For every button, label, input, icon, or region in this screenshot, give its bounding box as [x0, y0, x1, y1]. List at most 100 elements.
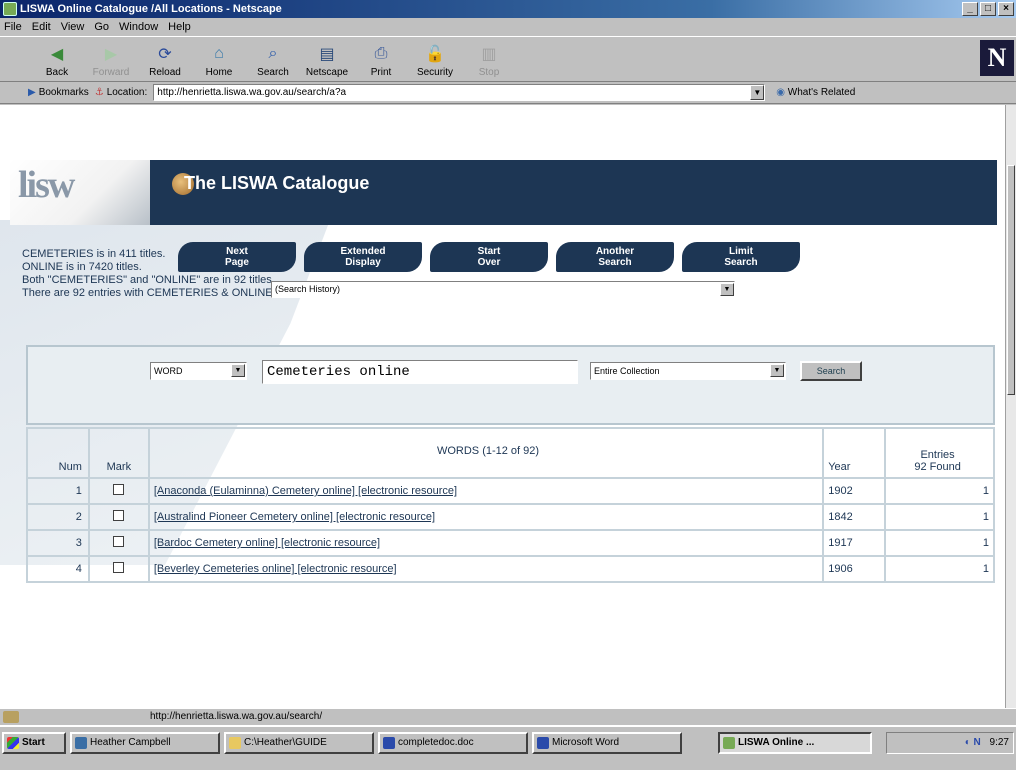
- windows-logo-icon: [7, 737, 19, 749]
- search-scope-dropdown-button[interactable]: ▼: [770, 364, 784, 377]
- checkbox-icon[interactable]: [113, 562, 125, 573]
- minimize-button[interactable]: _: [962, 2, 978, 16]
- row-entries: 1: [884, 477, 995, 505]
- scrollbar-thumb[interactable]: [1007, 165, 1015, 395]
- search-scope-select[interactable]: Entire Collection: [590, 362, 786, 380]
- search-history-select[interactable]: (Search History): [271, 281, 735, 298]
- row-num: 1: [26, 477, 90, 505]
- row-title: [Bardoc Cemetery online] [electronic res…: [147, 529, 825, 557]
- back-button[interactable]: ◀ Back: [30, 37, 84, 81]
- whats-related-button[interactable]: ◉ What's Related: [776, 87, 855, 98]
- menu-edit[interactable]: Edit: [32, 21, 51, 33]
- start-over-button[interactable]: Start Over: [430, 242, 548, 272]
- header-mark: Mark: [87, 427, 150, 479]
- folder-icon: [229, 737, 241, 749]
- print-icon: ⎙: [374, 45, 388, 62]
- security-button[interactable]: 🔓 Security: [408, 37, 462, 81]
- row-mark-checkbox[interactable]: [87, 555, 150, 583]
- row-mark-checkbox[interactable]: [87, 529, 150, 557]
- print-button[interactable]: ⎙ Print: [354, 37, 408, 81]
- netscape-button[interactable]: ▤ Netscape: [300, 37, 354, 81]
- checkbox-icon[interactable]: [113, 536, 125, 547]
- header-words: WORDS (1-12 of 92): [147, 427, 825, 479]
- table-row: 1 [Anaconda (Eulaminna) Cemetery online]…: [26, 477, 995, 505]
- tray-icons[interactable]: ◐ N: [965, 737, 981, 748]
- menu-window[interactable]: Window: [119, 21, 158, 33]
- location-bar: ▶ Bookmarks ⚓ Location: http://henrietta…: [0, 82, 1016, 104]
- maximize-button[interactable]: □: [980, 2, 996, 16]
- netscape-task-icon: [723, 737, 735, 749]
- status-bar: http://henrietta.liswa.wa.gov.au/search/: [0, 708, 1016, 725]
- home-icon: ⌂: [214, 45, 224, 62]
- back-arrow-icon: ◀: [50, 46, 64, 63]
- checkbox-icon[interactable]: [113, 484, 125, 495]
- limit-search-button[interactable]: Limit Search: [682, 242, 800, 272]
- bookmarks-button[interactable]: ▶ Bookmarks: [28, 87, 89, 98]
- next-page-button[interactable]: Next Page: [178, 242, 296, 272]
- result-link[interactable]: [Anaconda (Eulaminna) Cemetery online] […: [154, 485, 457, 497]
- menu-help[interactable]: Help: [168, 21, 191, 33]
- result-link[interactable]: [Bardoc Cemetery online] [electronic res…: [154, 537, 380, 549]
- task-heather-guide-folder[interactable]: C:\Heather\GUIDE: [224, 732, 374, 754]
- start-button[interactable]: Start: [2, 732, 66, 754]
- menu-go[interactable]: Go: [94, 21, 109, 33]
- row-title: [Australind Pioneer Cemetery online] [el…: [147, 503, 825, 531]
- window-title-bar[interactable]: LISWA Online Catalogue /All Locations - …: [0, 0, 1016, 18]
- header-entries: Entries 92 Found: [884, 427, 995, 479]
- results-table: Num Mark WORDS (1-12 of 92) Year Entries…: [26, 427, 995, 583]
- row-mark-checkbox[interactable]: [87, 477, 150, 505]
- url-dropdown-button[interactable]: ▼: [750, 85, 765, 100]
- task-liswa-online[interactable]: LISWA Online ...: [718, 732, 872, 754]
- search-query-input[interactable]: Cemeteries online: [262, 360, 578, 384]
- another-search-button[interactable]: Another Search: [556, 242, 674, 272]
- checkbox-icon[interactable]: [113, 510, 125, 521]
- reload-button[interactable]: ⟳ Reload: [138, 37, 192, 81]
- task-completedoc[interactable]: completedoc.doc: [378, 732, 528, 754]
- search-submit-button[interactable]: Search: [800, 361, 862, 381]
- row-num: 2: [26, 503, 90, 531]
- menu-view[interactable]: View: [61, 21, 85, 33]
- netscape-icon: ▤: [319, 46, 335, 63]
- url-input[interactable]: http://henrietta.liswa.wa.gov.au/search/…: [153, 84, 766, 101]
- menu-file[interactable]: File: [4, 21, 22, 33]
- location-label: ⚓ Location:: [94, 87, 148, 98]
- close-button[interactable]: ×: [998, 2, 1014, 16]
- page-scrollbar[interactable]: [1005, 105, 1016, 708]
- word-app-icon: [537, 737, 549, 749]
- stat-line-entries: There are 92 entries with CEMETERIES & O…: [22, 287, 276, 299]
- system-tray: ◐ N 9:27: [886, 732, 1014, 754]
- search-button[interactable]: ⌕ Search: [246, 37, 300, 81]
- result-link[interactable]: [Australind Pioneer Cemetery online] [el…: [154, 511, 435, 523]
- forward-button[interactable]: ▶ Forward: [84, 37, 138, 81]
- header-year: Year: [822, 427, 887, 479]
- catalogue-banner: [10, 160, 997, 225]
- row-year: 1906: [822, 555, 887, 583]
- row-year: 1917: [822, 529, 887, 557]
- netscape-app-icon: [3, 2, 17, 16]
- home-button[interactable]: ⌂ Home: [192, 37, 246, 81]
- search-history-dropdown-button[interactable]: ▼: [720, 283, 734, 296]
- task-microsoft-word[interactable]: Microsoft Word: [532, 732, 682, 754]
- table-row: 2 [Australind Pioneer Cemetery online] […: [26, 503, 995, 531]
- browser-task-icon: [75, 737, 87, 749]
- search-type-dropdown-button[interactable]: ▼: [231, 364, 245, 377]
- table-row: 3 [Bardoc Cemetery online] [electronic r…: [26, 529, 995, 557]
- catalogue-title: The LISWA Catalogue: [184, 173, 370, 193]
- row-year: 1902: [822, 477, 887, 505]
- status-text: http://henrietta.liswa.wa.gov.au/search/: [150, 711, 323, 722]
- stop-button[interactable]: ▥ Stop: [462, 37, 516, 81]
- table-row: 4 [Beverley Cemeteries online] [electron…: [26, 555, 995, 583]
- row-entries: 1: [884, 503, 995, 531]
- word-document-icon: [383, 737, 395, 749]
- row-mark-checkbox[interactable]: [87, 503, 150, 531]
- extended-display-button[interactable]: Extended Display: [304, 242, 422, 272]
- window-title: LISWA Online Catalogue /All Locations - …: [20, 3, 282, 15]
- clock: 9:27: [989, 737, 1009, 748]
- result-link[interactable]: [Beverley Cemeteries online] [electronic…: [154, 563, 397, 575]
- security-status-icon[interactable]: [3, 711, 19, 723]
- navigation-toolbar: ◀ Back ▶ Forward ⟳ Reload ⌂ Home ⌕ Searc…: [0, 36, 1016, 82]
- row-num: 3: [26, 529, 90, 557]
- stop-icon: ▥: [481, 46, 497, 63]
- stat-line-both: Both "CEMETERIES" and "ONLINE" are in 92…: [22, 274, 275, 286]
- task-heather-campbell[interactable]: Heather Campbell: [70, 732, 220, 754]
